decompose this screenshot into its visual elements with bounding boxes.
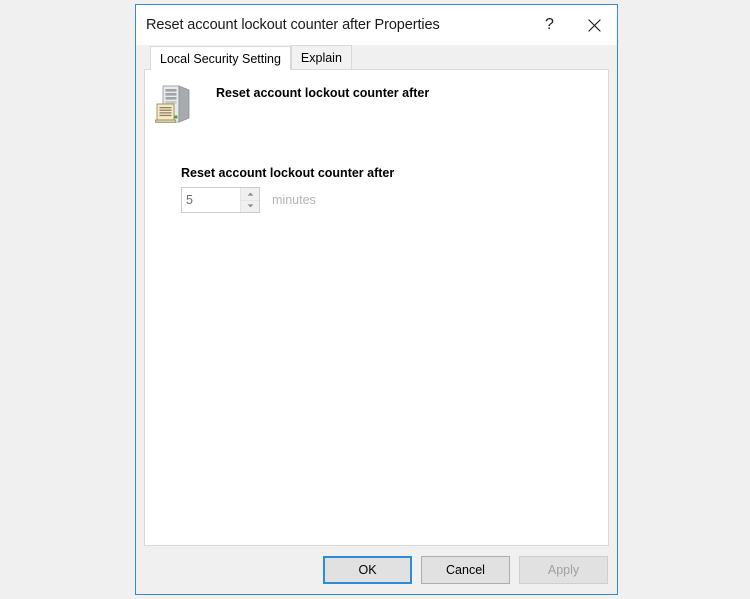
title-bar-buttons: ? <box>527 5 617 45</box>
title-bar: Reset account lockout counter after Prop… <box>136 5 617 45</box>
tab-area: Local Security Setting Explain Reset acc… <box>144 45 609 546</box>
close-icon <box>588 18 601 32</box>
spinner-row: minutes <box>181 187 394 213</box>
apply-button[interactable]: Apply <box>519 556 608 584</box>
question-mark-icon: ? <box>545 16 554 33</box>
help-button[interactable]: ? <box>527 5 572 45</box>
policy-name: Reset account lockout counter after <box>216 86 430 100</box>
tab-local-security-setting[interactable]: Local Security Setting <box>150 46 291 70</box>
tab-strip: Local Security Setting Explain <box>144 45 609 70</box>
spinner-buttons <box>240 188 259 212</box>
policy-header: Reset account lockout counter after <box>153 80 429 126</box>
spinner-down-arrow-icon <box>247 204 254 208</box>
cancel-button[interactable]: Cancel <box>421 556 510 584</box>
ok-button[interactable]: OK <box>323 556 412 584</box>
window-title: Reset account lockout counter after Prop… <box>146 17 440 33</box>
units-label: minutes <box>272 193 316 207</box>
properties-dialog: Reset account lockout counter after Prop… <box>135 4 618 595</box>
lockout-counter-spinner[interactable] <box>181 187 260 213</box>
spinner-down-button[interactable] <box>241 199 259 212</box>
tab-content-panel: Reset account lockout counter after Rese… <box>144 69 609 546</box>
tab-explain[interactable]: Explain <box>290 45 352 69</box>
setting-label: Reset account lockout counter after <box>181 166 395 180</box>
security-policy-server-icon <box>153 80 199 126</box>
tab-label: Explain <box>300 51 342 65</box>
lockout-counter-input[interactable] <box>182 188 240 212</box>
tab-label: Local Security Setting <box>160 52 281 66</box>
setting-group: Reset account lockout counter after 5 mi… <box>181 166 394 213</box>
dialog-button-bar: OK Cancel Apply <box>136 546 617 594</box>
close-button[interactable] <box>572 5 617 45</box>
spinner-up-arrow-icon <box>247 192 254 196</box>
spinner-up-button[interactable] <box>241 188 259 200</box>
